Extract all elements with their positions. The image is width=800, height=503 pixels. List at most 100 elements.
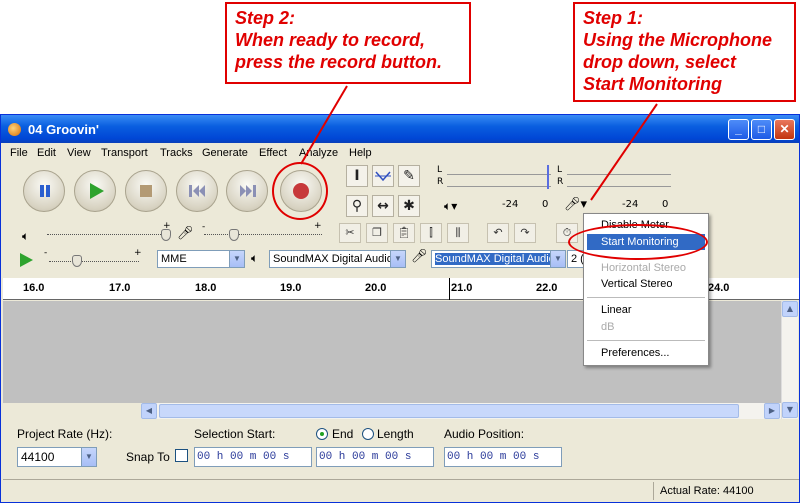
play-speed-slider[interactable] (49, 261, 139, 262)
menu-view[interactable]: View (67, 147, 91, 159)
rec-scale-minus24: -24 (622, 199, 639, 210)
zoom-tool[interactable]: ⚲ (346, 195, 368, 217)
redo-button[interactable]: ↷ (514, 223, 536, 243)
menu-item-db[interactable]: dB (601, 321, 614, 333)
length-label: Length (377, 427, 414, 441)
ruler-tick: 16.0 (23, 282, 45, 294)
ruler-tick: 22.0 (536, 282, 558, 294)
envelope-tool[interactable] (372, 165, 394, 187)
microphone-dropdown[interactable]: 🎤︎▾ (564, 197, 587, 212)
playback-volume-slider[interactable] (47, 234, 171, 235)
copy-button[interactable]: ❐ (366, 223, 388, 243)
maximize-button[interactable]: □ (751, 119, 772, 140)
menu-effect[interactable]: Effect (259, 147, 287, 159)
ruler-tick: 24.0 (708, 282, 730, 294)
snap-to-checkbox[interactable] (175, 449, 188, 462)
audio-host-select[interactable]: MME ▼ (157, 250, 245, 268)
skip-start-button[interactable] (176, 170, 218, 212)
recording-device-icon: 🎤︎ (411, 249, 428, 264)
audio-host-value: MME (161, 253, 187, 265)
playhead-marker (449, 278, 450, 300)
speed-slider-plus: + (134, 248, 142, 258)
recording-volume-knob[interactable] (229, 229, 239, 241)
menu-item-horizontal-stereo[interactable]: Horizontal Stereo (601, 262, 686, 274)
playback-device-select[interactable]: SoundMAX Digital Audio ▼ (269, 250, 406, 268)
length-radio[interactable] (362, 428, 374, 440)
scroll-left-arrow[interactable]: ◀ (141, 403, 157, 419)
skip-end-button[interactable] (226, 170, 268, 212)
selection-tool[interactable]: I (346, 165, 368, 187)
title-bar[interactable]: 04 Groovin' _ □ ✕ (1, 115, 799, 143)
menu-analyze[interactable]: Analyze (299, 147, 338, 159)
play-at-speed-button[interactable] (15, 250, 37, 270)
trim-button[interactable]: ⫿ (420, 223, 442, 243)
menu-item-linear[interactable]: Linear (601, 304, 632, 316)
menu-file[interactable]: File (10, 147, 28, 159)
menu-tracks[interactable]: Tracks (160, 147, 193, 159)
chevron-down-icon: ▼ (229, 251, 244, 267)
close-button[interactable]: ✕ (774, 119, 795, 140)
vertical-scrollbar[interactable]: ▲ ▼ (781, 301, 798, 419)
rec-meter-l-label: L (557, 165, 563, 175)
undo-button[interactable]: ↶ (487, 223, 509, 243)
window-title: 04 Groovin' (28, 122, 99, 137)
step2-callout: Step 2: When ready to record, press the … (225, 2, 471, 84)
meter-r-label: R (437, 177, 444, 187)
recording-device-select[interactable]: SoundMAX Digital Audio ▼ (431, 250, 566, 268)
silence-button[interactable]: ⫼ (447, 223, 469, 243)
project-rate-select[interactable]: 44100 ▼ (17, 447, 97, 467)
menu-help[interactable]: Help (349, 147, 372, 159)
horizontal-scrollbar[interactable]: ◀ ▶ (141, 403, 781, 419)
play-meter-bar-r (447, 179, 551, 187)
ruler-tick: 17.0 (109, 282, 131, 294)
stop-button[interactable] (125, 170, 167, 212)
step1-line2: Using the Microphone (583, 30, 772, 50)
chevron-down-icon: ▼ (550, 251, 565, 267)
paste-button[interactable]: 📋︎ (393, 223, 415, 243)
menu-edit[interactable]: Edit (37, 147, 56, 159)
selection-end-time[interactable]: 00 h 00 m 00 s (316, 447, 434, 467)
step1-line1: Step 1: (583, 8, 644, 28)
draw-tool[interactable]: ✎ (398, 165, 420, 187)
stop-icon (140, 185, 152, 197)
meter-l-label: L (437, 165, 443, 175)
ruler-tick: 18.0 (195, 282, 217, 294)
menu-transport[interactable]: Transport (101, 147, 148, 159)
menu-item-vertical-stereo[interactable]: Vertical Stereo (601, 278, 673, 290)
playback-volume-knob[interactable] (161, 229, 171, 241)
step1-line4: Start Monitoring (583, 74, 722, 94)
play-meter-peak (547, 165, 549, 189)
menu-generate[interactable]: Generate (202, 147, 248, 159)
minimize-button[interactable]: _ (728, 119, 749, 140)
scroll-right-arrow[interactable]: ▶ (764, 403, 780, 419)
multi-tool[interactable]: ✱ (398, 195, 420, 217)
menu-item-preferences[interactable]: Preferences... (601, 347, 669, 359)
menu-separator (587, 297, 705, 298)
menu-separator (587, 340, 705, 341)
cut-button[interactable]: ✂ (339, 223, 361, 243)
app-icon (8, 123, 21, 136)
actual-rate: Actual Rate: 44100 (660, 485, 754, 497)
end-radio[interactable] (316, 428, 328, 440)
speaker-icon[interactable]: 🔈︎▾ (444, 199, 457, 214)
ruler-tick: 20.0 (365, 282, 387, 294)
recording-volume-slider[interactable] (204, 234, 322, 235)
speed-slider-minus: - (44, 248, 48, 258)
skip-start-icon (189, 185, 205, 197)
step1-callout: Step 1: Using the Microphone drop down, … (573, 2, 796, 102)
selection-start-time[interactable]: 00 h 00 m 00 s (194, 447, 312, 467)
scroll-up-arrow[interactable]: ▲ (782, 301, 798, 317)
play-speed-knob[interactable] (72, 255, 82, 267)
play-icon (90, 183, 104, 199)
timeshift-tool[interactable]: ↔ (372, 195, 394, 217)
play-button[interactable] (74, 170, 116, 212)
audio-position-label: Audio Position: (444, 427, 525, 441)
audio-position-time[interactable]: 00 h 00 m 00 s (444, 447, 562, 467)
chevron-down-icon: ▼ (390, 251, 405, 267)
project-rate-value: 44100 (21, 450, 55, 464)
end-radio-dot (320, 432, 324, 436)
horizontal-scroll-thumb[interactable] (159, 404, 739, 418)
rec-meter: L R (555, 165, 673, 191)
pause-button[interactable] (23, 170, 65, 212)
scroll-down-arrow[interactable]: ▼ (782, 402, 798, 418)
